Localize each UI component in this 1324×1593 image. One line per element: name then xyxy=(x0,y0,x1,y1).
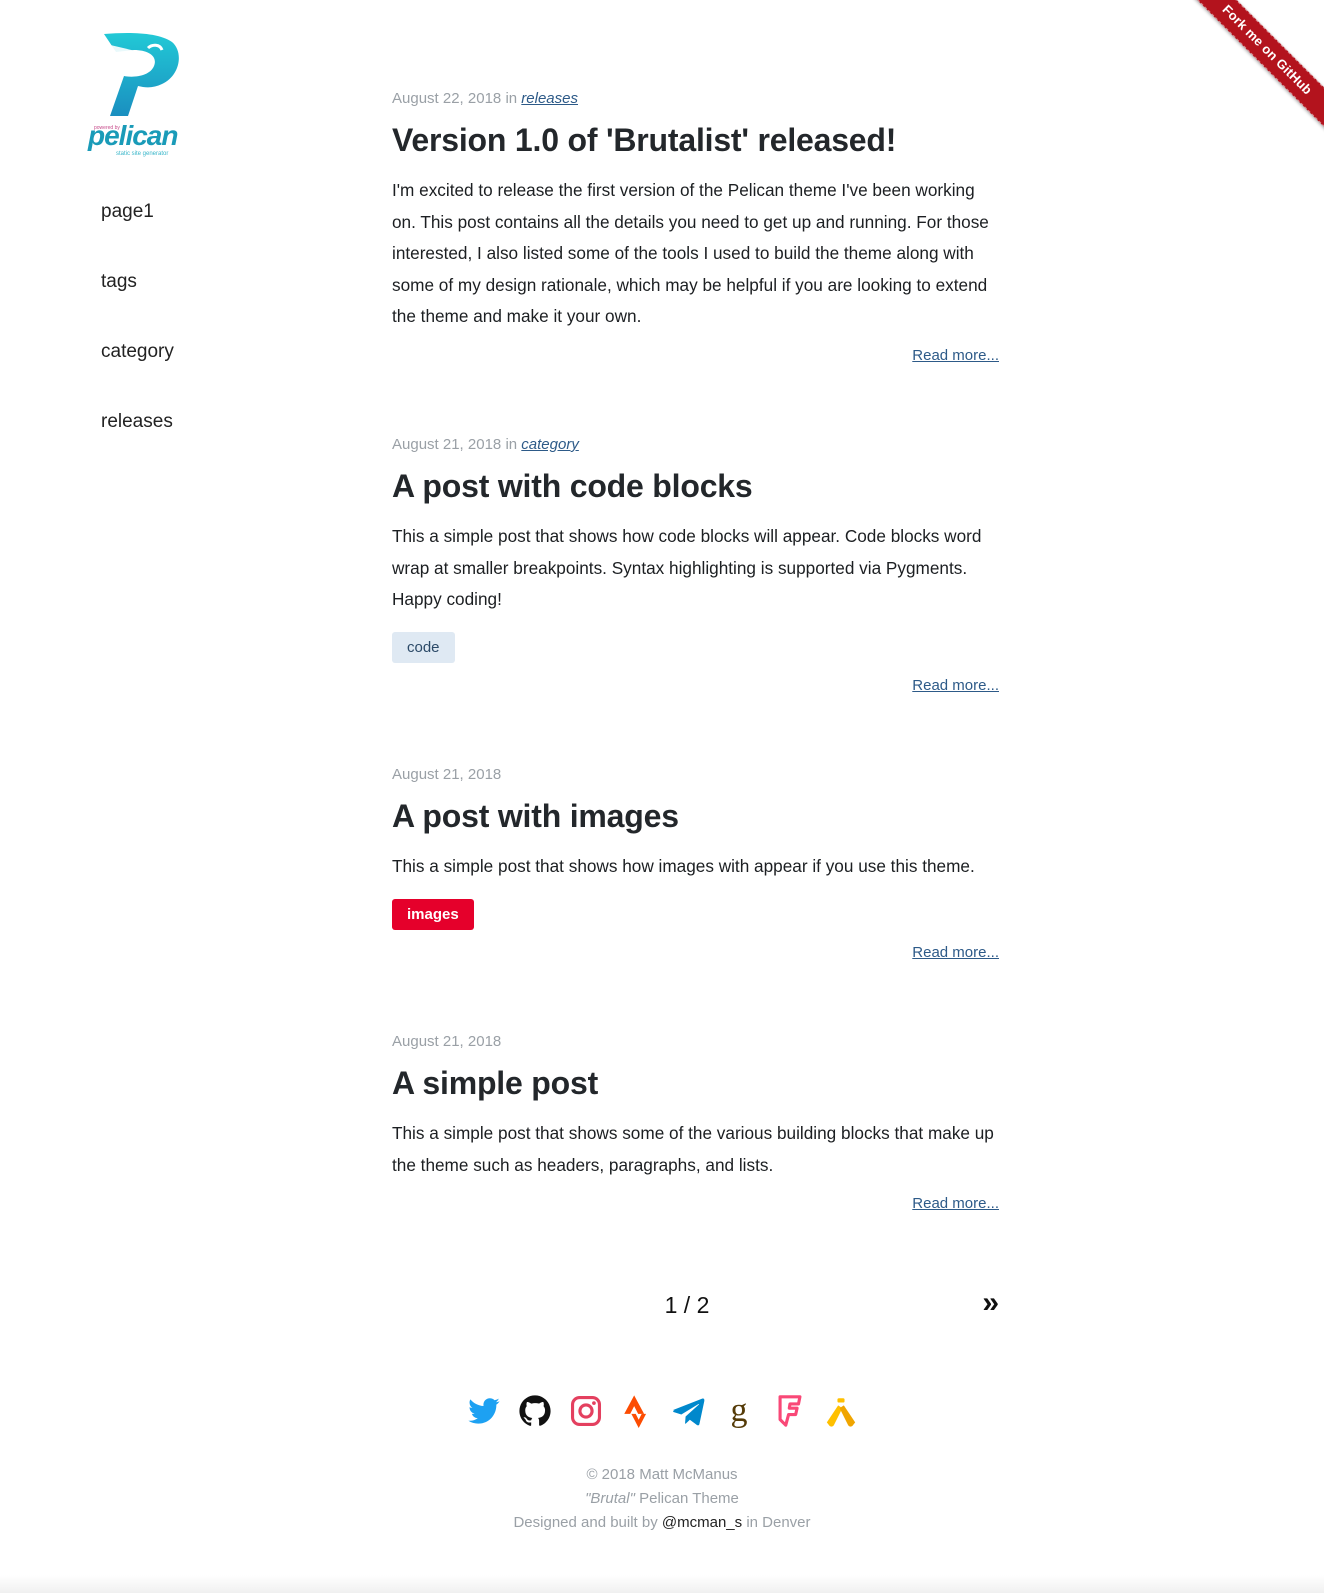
footer-theme-name: "Brutal" xyxy=(585,1490,635,1507)
read-more-link[interactable]: Read more... xyxy=(392,347,999,364)
next-page-icon[interactable]: » xyxy=(982,1286,999,1320)
logo-wordmark: pelican xyxy=(88,120,178,151)
nav-item-label[interactable]: releases xyxy=(101,411,173,432)
post-meta: August 21, 2018 xyxy=(392,764,999,786)
read-more-label[interactable]: Read more... xyxy=(912,677,999,694)
nav-item-page1[interactable]: page1 xyxy=(101,200,174,270)
foursquare-icon[interactable] xyxy=(773,1394,807,1428)
nav-item-label[interactable]: tags xyxy=(101,271,137,292)
post-meta: August 21, 2018 xyxy=(392,1031,999,1053)
post-summary: I'm excited to release the first version… xyxy=(392,180,989,327)
post-title[interactable]: A simple post xyxy=(392,1063,999,1103)
post-summary: This a simple post that shows some of th… xyxy=(392,1123,994,1175)
footer-theme: "Brutal" Pelican Theme xyxy=(0,1487,1324,1511)
page-indicator: 1 / 2 xyxy=(664,1292,710,1318)
strava-icon[interactable] xyxy=(620,1394,654,1428)
goodreads-icon[interactable]: g xyxy=(722,1394,756,1428)
post-card: August 21, 2018 A post with images This … xyxy=(392,764,999,1031)
nav-item-label[interactable]: category xyxy=(101,341,174,362)
post-title[interactable]: A post with code blocks xyxy=(392,466,999,506)
sidebar-nav: page1 tags category releases xyxy=(101,200,174,480)
post-date: August 21, 2018 xyxy=(392,436,502,453)
fork-me-link[interactable]: Fork me on GitHub xyxy=(1182,0,1324,135)
post-meta: August 22, 2018 in releases xyxy=(392,88,999,110)
github-icon[interactable] xyxy=(518,1394,552,1428)
post-card: August 21, 2018 in category A post with … xyxy=(392,434,999,764)
site-logo[interactable]: powered by pelican static site generator xyxy=(88,30,188,160)
post-in: in xyxy=(505,436,518,453)
footer: © 2018 Matt McManus "Brutal" Pelican The… xyxy=(0,1463,1324,1535)
post-list: August 22, 2018 in releases Version 1.0 … xyxy=(392,88,999,1212)
read-more-link[interactable]: Read more... xyxy=(392,1195,999,1212)
read-more-label[interactable]: Read more... xyxy=(912,944,999,961)
post-meta: August 21, 2018 in category xyxy=(392,434,999,456)
post-date: August 22, 2018 xyxy=(392,90,502,107)
footer-credits-pre: Designed and built by xyxy=(513,1514,662,1531)
post-category-link[interactable]: releases xyxy=(521,90,578,107)
read-more-label[interactable]: Read more... xyxy=(912,347,999,364)
logo-subtitle: static site generator xyxy=(116,151,169,157)
nav-item-releases[interactable]: releases xyxy=(101,410,174,480)
social-links: g xyxy=(0,1394,1324,1428)
nav-item-tags[interactable]: tags xyxy=(101,270,174,340)
post-title[interactable]: Version 1.0 of 'Brutalist' released! xyxy=(392,120,999,160)
post-title[interactable]: A post with images xyxy=(392,796,999,836)
svg-text:g: g xyxy=(730,1394,747,1428)
nav-item-category[interactable]: category xyxy=(101,340,174,410)
nav-item-label[interactable]: page1 xyxy=(101,201,154,222)
telegram-icon[interactable] xyxy=(671,1394,705,1428)
untappd-icon[interactable] xyxy=(824,1394,858,1428)
footer-credits-post: in Denver xyxy=(742,1514,811,1531)
read-more-link[interactable]: Read more... xyxy=(392,944,999,961)
post-date: August 21, 2018 xyxy=(392,1033,502,1050)
sidebar: powered by pelican static site generator… xyxy=(88,30,288,432)
post-category-link[interactable]: category xyxy=(521,436,579,453)
post-in: in xyxy=(505,90,518,107)
tag-code[interactable]: code xyxy=(392,631,455,663)
twitter-icon[interactable] xyxy=(467,1394,501,1428)
pelican-logo-icon xyxy=(104,32,179,117)
post-date: August 21, 2018 xyxy=(392,766,502,783)
post-summary: This a simple post that shows how code b… xyxy=(392,526,982,610)
instagram-icon[interactable] xyxy=(569,1394,603,1428)
post-card: August 21, 2018 A simple post This a sim… xyxy=(392,1031,999,1212)
read-more-link[interactable]: Read more... xyxy=(392,677,999,694)
footer-theme-label: Pelican Theme xyxy=(634,1490,739,1507)
github-ribbon: Fork me on GitHub xyxy=(1174,0,1324,150)
footer-credits: Designed and built by @mcman_s in Denver xyxy=(0,1511,1324,1535)
post-summary: This a simple post that shows how images… xyxy=(392,856,975,876)
page-bottom-edge xyxy=(0,1575,1324,1593)
read-more-label[interactable]: Read more... xyxy=(912,1195,999,1212)
pagination: 1 / 2 » xyxy=(392,1286,999,1326)
footer-copyright: © 2018 Matt McManus xyxy=(586,1466,738,1483)
tag-images[interactable]: images xyxy=(392,898,474,930)
post-card: August 22, 2018 in releases Version 1.0 … xyxy=(392,88,999,434)
author-handle-link[interactable]: @mcman_s xyxy=(662,1514,742,1531)
